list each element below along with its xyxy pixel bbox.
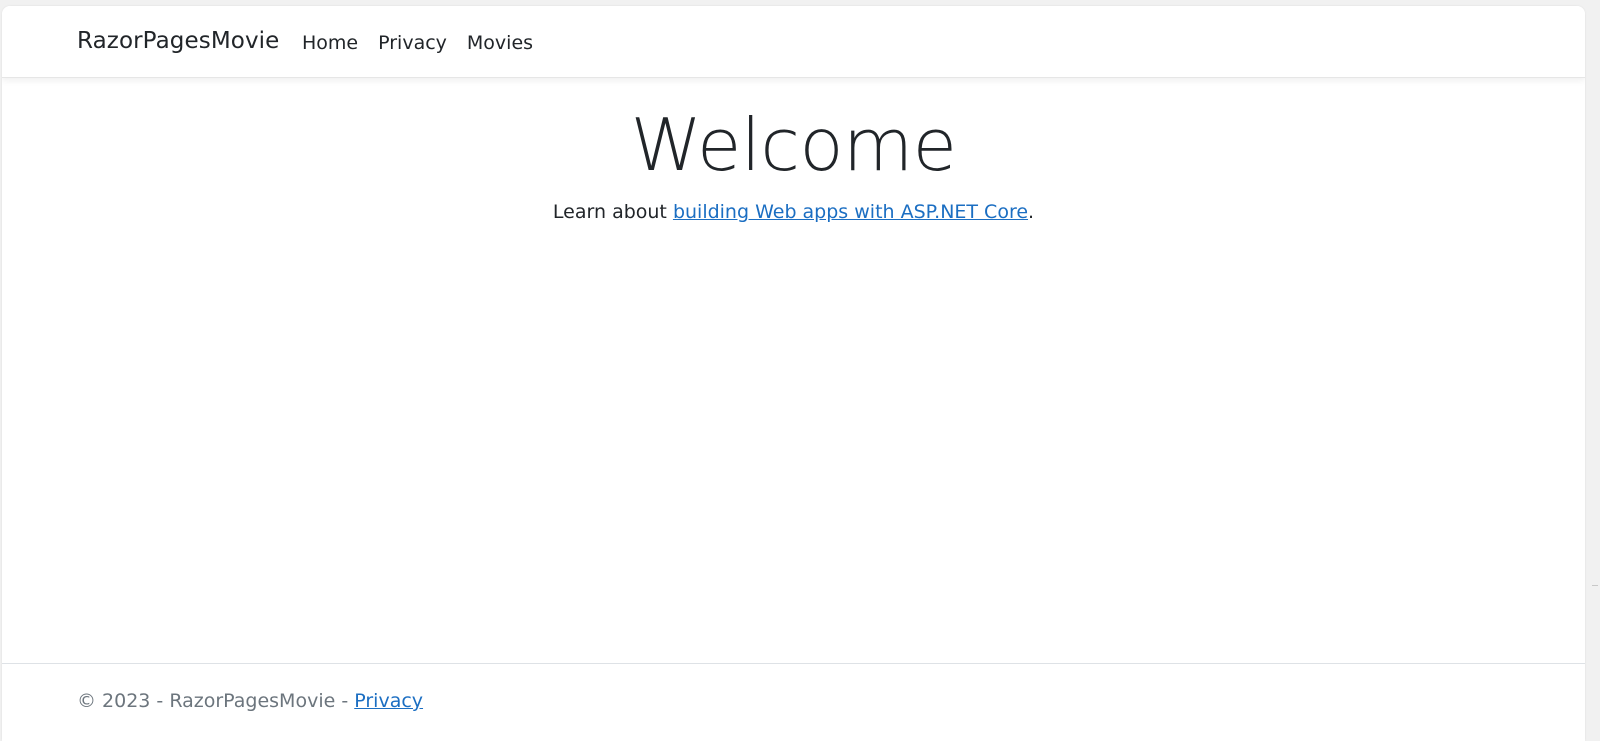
- browser-page: RazorPagesMovie Home Privacy Movies Welc…: [2, 6, 1585, 741]
- nav-link-movies[interactable]: Movies: [457, 32, 543, 54]
- page-title: Welcome: [630, 103, 957, 187]
- main-nav: Home Privacy Movies: [302, 32, 543, 54]
- top-navbar: RazorPagesMovie Home Privacy Movies: [2, 6, 1585, 78]
- aspnet-core-docs-link[interactable]: building Web apps with ASP.NET Core: [673, 201, 1028, 223]
- copyright-text: © 2023 - RazorPagesMovie -: [77, 690, 355, 712]
- footer-text: © 2023 - RazorPagesMovie - Privacy: [77, 690, 423, 712]
- lead-text: Learn about: [552, 201, 673, 224]
- main-content: Welcome Learn about building Web apps wi…: [2, 103, 1585, 242]
- lead-period: .: [1028, 201, 1035, 224]
- lead-paragraph: Learn about building Web apps with ASP.N…: [2, 201, 1585, 223]
- nav-link-home[interactable]: Home: [302, 32, 368, 54]
- footer-privacy-link[interactable]: Privacy: [354, 690, 423, 712]
- window-edge-marker: [1592, 585, 1598, 586]
- brand-link[interactable]: RazorPagesMovie: [77, 28, 279, 54]
- page-footer: © 2023 - RazorPagesMovie - Privacy: [2, 663, 1585, 741]
- nav-link-privacy[interactable]: Privacy: [368, 32, 457, 54]
